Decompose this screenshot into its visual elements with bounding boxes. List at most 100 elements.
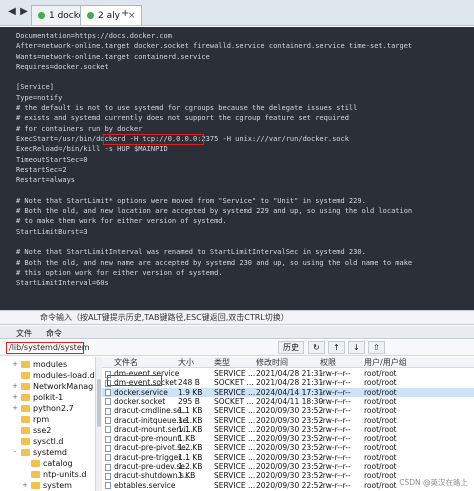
file-size: 1 KB — [178, 471, 196, 481]
folder-icon — [31, 460, 40, 467]
column-header[interactable]: 大小 — [178, 357, 194, 368]
file-type: SERVICE ... — [214, 424, 256, 434]
tree-item[interactable]: + modules — [12, 359, 67, 370]
column-header[interactable]: 文件名 — [114, 357, 138, 368]
table-row[interactable]: docker.service 1.9 KB SERVICE ... 2024/04/1… — [102, 387, 474, 397]
expand-icon[interactable]: - — [12, 447, 18, 458]
add-tab-icon[interactable]: + — [121, 8, 129, 19]
column-header[interactable]: 用户/用户组 — [364, 357, 407, 368]
upload-icon[interactable]: ⇧ — [368, 341, 385, 354]
table-row[interactable]: dracut-pre-pivot.se... 1.2 KB SERVICE ... 2… — [102, 443, 474, 452]
file-type: SOCKET ... — [214, 396, 254, 406]
file-size: 1.2 KB — [178, 462, 203, 471]
file-owner: root/root — [364, 378, 397, 388]
file-list-header: 文件名 大小 类型 修改时间 权限 用户/用户组 — [102, 357, 474, 368]
table-row[interactable]: dracut-mount.servi... 1.1 KB SERVICE ... 20… — [102, 425, 474, 434]
table-row[interactable]: dracut-pre-mount... 1 KB SERVICE ... 2020/0… — [102, 434, 474, 443]
up-folder-icon[interactable]: ↑ — [328, 341, 345, 354]
folder-icon — [31, 471, 40, 478]
file-name: docker.service — [114, 387, 168, 397]
connection-status-icon — [38, 12, 45, 19]
scroll-thumb[interactable] — [97, 379, 101, 427]
tree-item[interactable]: + system — [22, 480, 72, 491]
expand-icon[interactable]: + — [12, 392, 18, 403]
tree-item[interactable]: catalog — [22, 458, 73, 469]
tab-label: 2 aly — [98, 10, 120, 21]
folder-icon — [21, 449, 30, 456]
file-owner: root/root — [364, 424, 397, 434]
tree-item[interactable]: rpm — [12, 414, 49, 425]
arrow-right-icon[interactable]: ▶ — [18, 6, 30, 18]
file-size: 1 KB — [178, 434, 196, 444]
tree-item[interactable]: + polkit-1 — [12, 392, 63, 403]
tree-item-label: catalog — [43, 459, 73, 468]
tree-item[interactable]: + NetworkManag — [12, 381, 93, 392]
file-permissions: -rw-r--r-- — [320, 415, 351, 425]
table-row[interactable]: dracut-initqueue.se... 1.1 KB SERVICE ... 2… — [102, 416, 474, 425]
file-type: SERVICE ... — [214, 434, 256, 444]
tree-item[interactable]: sse2 — [12, 425, 51, 436]
file-mtime: 2020/09/30 23:52 — [256, 434, 324, 444]
terminal-line: ExecStart=/usr/bin/dockerd -H tcp://0.0.… — [16, 134, 349, 143]
tree-item[interactable]: - systemd — [12, 447, 67, 458]
tree-item-label: system — [43, 481, 72, 490]
file-icon — [105, 472, 111, 480]
tab-files[interactable]: 文件 — [16, 328, 32, 339]
highlight-docker-service — [107, 375, 162, 386]
tree-item[interactable]: sysctl.d — [12, 436, 63, 447]
file-mtime: 2020/09/30 22:52 — [256, 480, 324, 490]
terminal-output[interactable]: Documentation=https://docs.docker.com Aft… — [0, 27, 474, 310]
expand-icon[interactable]: + — [12, 381, 18, 392]
file-mtime: 2021/04/28 21:31 — [256, 369, 324, 378]
file-type: SERVICE ... — [214, 452, 256, 462]
path-input[interactable]: /lib/systemd/system — [6, 342, 90, 354]
tree-item[interactable]: + python2.7 — [12, 403, 74, 414]
file-type: SERVICE ... — [214, 443, 256, 453]
column-header[interactable]: 类型 — [214, 357, 230, 368]
connection-status-icon — [87, 12, 94, 19]
file-size: 1.9 KB — [178, 387, 203, 397]
file-name: dracut-pre-mount... — [114, 434, 188, 444]
tree-item-label: systemd — [33, 448, 67, 457]
file-icon — [105, 435, 111, 443]
file-icon — [105, 444, 111, 452]
path-bar: /lib/systemd/system 历史 ↻ ↑ ↓ ⇧ — [0, 340, 474, 356]
file-mtime: 2020/09/30 23:52 — [256, 471, 324, 481]
arrow-left-icon[interactable]: ◀ — [6, 6, 18, 18]
expand-icon[interactable]: + — [22, 480, 28, 491]
tab-aly[interactable]: 2 aly × — [80, 5, 143, 25]
file-owner: root/root — [364, 480, 397, 490]
directory-tree[interactable]: + modules modules-load.d + NetworkManag + polk… — [0, 357, 96, 491]
download-icon[interactable]: ↓ — [348, 341, 365, 354]
history-button[interactable]: 历史 — [278, 341, 304, 354]
file-owner: root/root — [364, 462, 397, 471]
tab-commands[interactable]: 命令 — [46, 328, 62, 339]
terminal-line: RestartSec=2 — [16, 165, 67, 174]
expand-icon[interactable]: + — [12, 359, 18, 370]
file-permissions: -rw-r--r-- — [320, 424, 351, 434]
file-owner: root/root — [364, 406, 397, 416]
table-row[interactable]: docker.socket 295 B SOCKET ... 2024/04/11 1… — [102, 397, 474, 406]
refresh-icon[interactable]: ↻ — [308, 341, 325, 354]
file-mtime: 2020/09/30 23:52 — [256, 424, 324, 434]
table-row[interactable]: dracut-pre-trigger.... 1.1 KB SERVICE ... 2… — [102, 453, 474, 462]
file-owner: root/root — [364, 434, 397, 444]
column-header[interactable]: 权限 — [320, 357, 336, 368]
column-header[interactable]: 修改时间 — [256, 357, 288, 368]
file-mtime: 2024/04/14 17:31 — [256, 387, 324, 397]
tree-item-label: python2.7 — [33, 404, 74, 413]
tree-item[interactable]: ntp-units.d — [22, 469, 86, 480]
file-mtime: 2020/09/30 23:52 — [256, 415, 324, 425]
terminal-line: ExecReload=/bin/kill -s HUP $MAINPID — [16, 145, 168, 154]
tree-item[interactable]: modules-load.d — [12, 370, 95, 381]
file-mtime: 2020/09/30 23:52 — [256, 462, 324, 471]
file-size: 1.1 KB — [178, 406, 203, 416]
file-size: 295 B — [178, 396, 200, 406]
file-size: 1.2 KB — [178, 443, 203, 453]
terminal-line: # for containers run by docker — [16, 124, 143, 133]
terminal-line: [Service] — [16, 83, 54, 92]
command-input-bar[interactable]: 命令输入（按ALT键提示历史,TAB键路径,ESC键返回,双击CTRL切换） — [0, 310, 474, 325]
table-row[interactable]: dracut-pre-udev.se... 1.2 KB SERVICE ... 20… — [102, 462, 474, 471]
expand-icon[interactable]: + — [12, 403, 18, 414]
table-row[interactable]: dracut-cmdline.se... 1.1 KB SERVICE ... 202… — [102, 406, 474, 415]
